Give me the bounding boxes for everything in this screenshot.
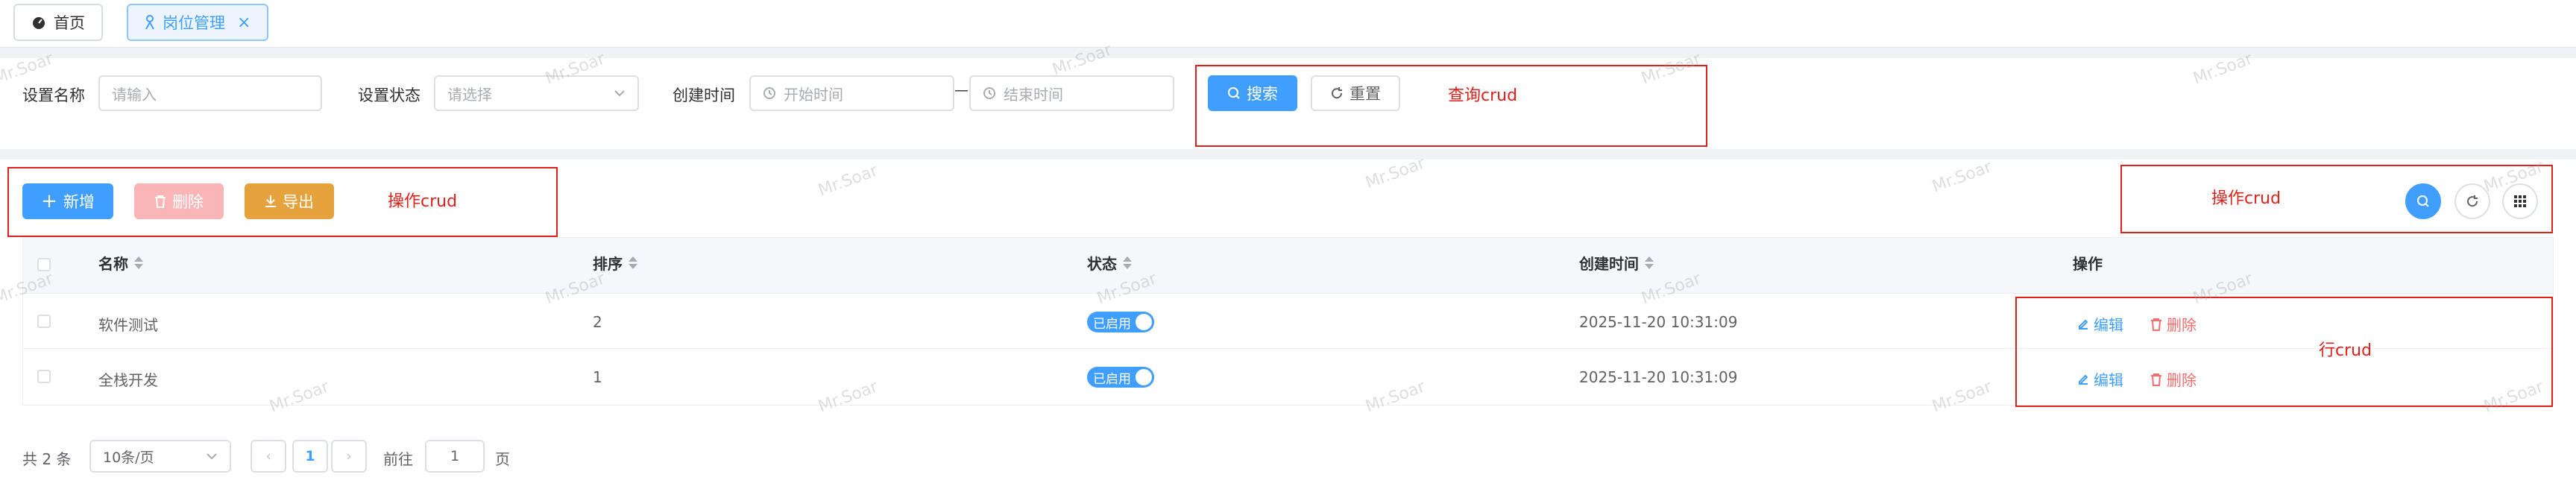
close-icon[interactable]: × [237,13,251,32]
name-input[interactable]: 请输入 [98,75,322,111]
dashboard-icon [33,17,45,29]
refresh-button[interactable] [2454,183,2490,219]
start-time-input[interactable]: 开始时间 [749,75,954,111]
status-select[interactable]: 请选择 [434,75,639,111]
chevron-right-icon: › [346,448,352,464]
query-annotation-label: 查询crud [1448,86,1518,105]
grid-icon [2514,195,2526,207]
name-label: 设置名称 [22,86,85,104]
row-annotation-box [2015,297,2553,407]
chevron-down-icon [207,453,217,460]
chevron-left-icon: ‹ [265,448,271,464]
row-annotation-label: 行crud [2319,341,2372,360]
sort-icon [134,256,143,269]
tag-post-management[interactable]: 岗位管理 × [127,4,269,41]
column-header-actions: 操作 [2073,255,2103,273]
column-header-status[interactable]: 状态 [1087,252,1132,274]
status-label: 设置状态 [358,86,421,104]
tag-home[interactable]: 首页 [13,4,103,41]
time-label: 创建时间 [673,86,735,104]
operation-annotation-box-left [7,167,558,237]
cell-created: 2025-11-20 10:31:09 [1579,368,1738,386]
operation-annotation-label-right: 操作crud [2211,189,2281,208]
range-separator: — [954,82,969,98]
search-icon [2417,195,2429,207]
select-all-checkbox[interactable] [37,258,51,271]
column-header-created[interactable]: 创建时间 [1579,252,1654,274]
table-header [22,237,2554,294]
row-checkbox[interactable] [37,370,51,383]
status-switch[interactable]: 已启用 [1087,312,1154,332]
tag-home-label: 首页 [54,14,85,32]
refresh-icon [2467,195,2478,207]
tags-view-bar: 首页 岗位管理 × [0,0,2576,48]
tag-post-label: 岗位管理 [163,14,225,32]
cell-name: 软件测试 [98,316,158,334]
page-unit-label: 页 [495,450,510,468]
columns-button[interactable] [2502,183,2538,219]
prev-page-button[interactable]: ‹ [251,440,286,473]
row-checkbox[interactable] [37,315,51,328]
status-switch[interactable]: 已启用 [1087,367,1154,388]
goto-page-input[interactable]: 1 [425,440,485,473]
cell-sort: 2 [593,313,602,331]
toggle-search-button[interactable] [2405,183,2441,219]
query-annotation-box [1195,65,1707,147]
column-header-name[interactable]: 名称 [98,252,143,274]
clock-icon [983,87,995,99]
operation-annotation-label-left: 操作crud [388,192,458,211]
page-size-select[interactable]: 10条/页 [89,440,231,473]
cell-created: 2025-11-20 10:31:09 [1579,313,1738,331]
sort-icon [629,256,637,269]
column-header-sort[interactable]: 排序 [593,252,637,274]
cell-name: 全栈开发 [98,371,158,389]
cell-sort: 1 [593,368,602,386]
next-page-button[interactable]: › [331,440,367,473]
pagination-total: 共 2 条 [22,450,72,468]
goto-label: 前往 [383,450,413,468]
end-time-input[interactable]: 结束时间 [969,75,1174,111]
person-icon [145,15,154,30]
chevron-down-icon [614,90,625,97]
sort-icon [1123,256,1132,269]
clock-icon [763,87,775,99]
sort-icon [1645,256,1654,269]
page-number-current[interactable]: 1 [292,440,328,473]
